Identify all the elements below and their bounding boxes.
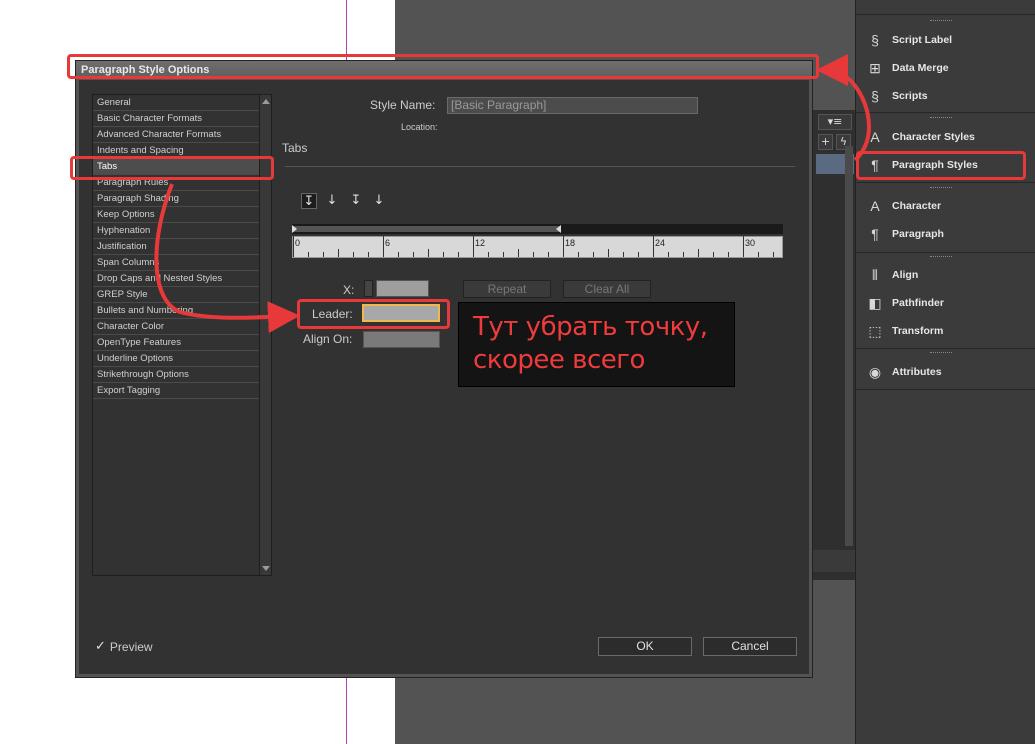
arrow-tabs-to-leader bbox=[154, 183, 300, 334]
annotation-line-1: Тут убрать точку, bbox=[473, 312, 708, 342]
arrow-panel-to-dialog bbox=[816, 54, 871, 162]
annotation-note: Тут убрать точку, скорее всего bbox=[458, 302, 735, 387]
annotation-line-2: скорее всего bbox=[473, 345, 645, 375]
